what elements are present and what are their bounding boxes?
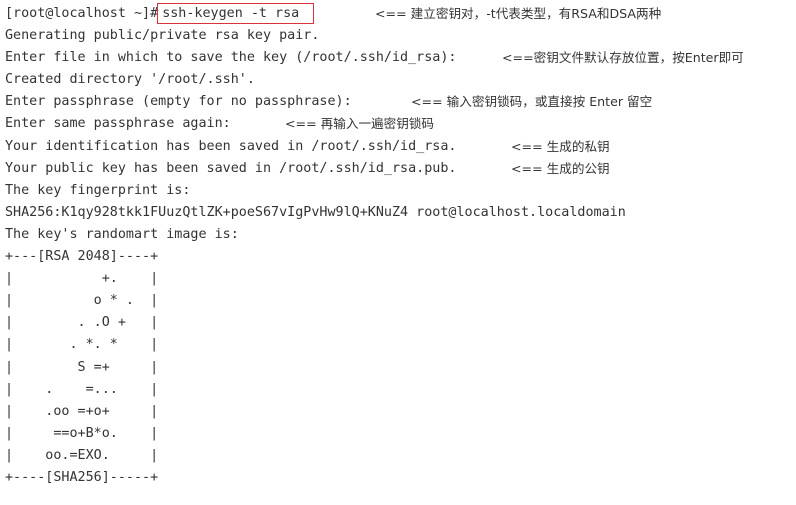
output-text: Enter passphrase (empty for no passphras… — [5, 94, 352, 110]
output-line-repeat-passphrase: Enter same passphrase again: <== 再输入一遍密钥锁… — [5, 113, 796, 135]
repeat-passphrase-annotation: <== 再输入一遍密钥锁码 — [285, 116, 435, 132]
output-text: Enter file in which to save the key (/ro… — [5, 50, 457, 66]
output-text: Enter same passphrase again: — [5, 116, 231, 132]
output-line: Generating public/private rsa key pair. — [5, 28, 320, 44]
command-highlight-box: ssh-keygen -t rsa — [157, 3, 315, 24]
shell-prompt: [root@localhost ~]# — [5, 6, 159, 21]
command-annotation: <== 建立密钥对，-t代表类型，有RSA和DSA两种 — [375, 6, 662, 21]
output-line: The key's randomart image is: — [5, 226, 239, 242]
output-line-private-key: Your identification has been saved in /r… — [5, 136, 796, 158]
private-key-annotation: <== 生成的私钥 — [511, 138, 610, 154]
terminal-output: [root@localhost ~]# ssh-keygen -t rsa <== … — [0, 0, 796, 505]
output-line-passphrase: Enter passphrase (empty for no passphras… — [5, 91, 796, 113]
randomart-line: +---[RSA 2048]----+ — [5, 249, 159, 265]
randomart-line: | . .O + | — [5, 315, 159, 331]
randomart-line: | S =+ | — [5, 359, 159, 375]
randomart-line: | . *. * | — [5, 337, 159, 353]
output-text: Your identification has been saved in /r… — [5, 138, 457, 154]
save-location-annotation: <==密钥文件默认存放位置，按Enter即可 — [502, 50, 744, 66]
passphrase-annotation: <== 输入密钥锁码，或直接按 Enter 留空 — [411, 94, 653, 110]
public-key-annotation: <== 生成的公钥 — [511, 160, 610, 176]
randomart-line: | o * . | — [5, 293, 159, 309]
command-text: ssh-keygen -t rsa — [162, 6, 300, 21]
randomart-line: | oo.=EXO. | — [5, 447, 159, 463]
output-text: Your public key has been saved in /root/… — [5, 160, 457, 176]
output-line: The key fingerprint is: — [5, 182, 191, 198]
output-line-public-key: Your public key has been saved in /root/… — [5, 158, 796, 180]
fingerprint-line: SHA256:K1qy928tkk1FUuzQtlZK+poeS67vIgPvH… — [5, 204, 626, 220]
randomart-line: | .oo =+o+ | — [5, 403, 159, 419]
output-line: Created directory '/root/.ssh'. — [5, 72, 255, 88]
randomart-line: | ==o+B*o. | — [5, 425, 159, 441]
randomart-line: | . =... | — [5, 381, 159, 397]
command-line: [root@localhost ~]# ssh-keygen -t rsa <== … — [5, 3, 796, 25]
randomart-line: +----[SHA256]-----+ — [5, 469, 159, 485]
output-line-save-location: Enter file in which to save the key (/ro… — [5, 47, 796, 69]
randomart-line: | +. | — [5, 271, 159, 287]
